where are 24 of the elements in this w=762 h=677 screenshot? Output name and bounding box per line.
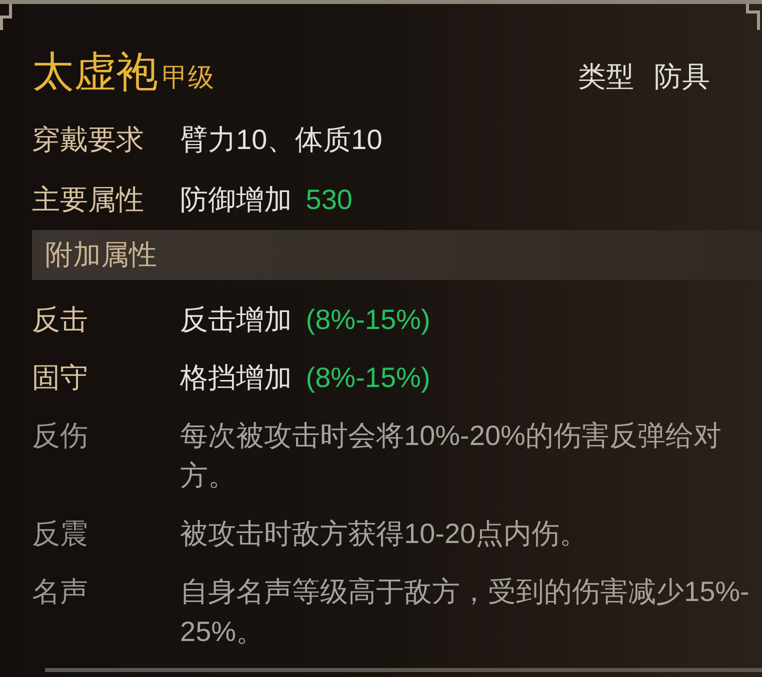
- type-value: 防具: [654, 60, 710, 94]
- section-header: 附加属性: [32, 230, 762, 280]
- attribute-amount: 530: [306, 184, 352, 215]
- type-label: 类型: [578, 60, 634, 94]
- attribute-label: 穿戴要求: [32, 123, 145, 157]
- attribute-label: 反震: [32, 517, 89, 551]
- corner-ornament-icon: [0, 4, 12, 30]
- attribute-effect: 每次被攻击时会将10%-20%的伤害反弹给对方。: [180, 419, 722, 493]
- item-grade: 甲级: [162, 61, 214, 94]
- attribute-effect: 防御增加: [180, 184, 292, 215]
- corner-ornament-icon: [746, 4, 760, 30]
- requirement-value: 臂力10、体质10: [180, 123, 384, 157]
- attribute-label: 固守: [32, 361, 89, 395]
- attribute-label: 反伤: [32, 419, 89, 453]
- item-title: 太虚袍: [32, 47, 158, 97]
- attribute-effect: 格挡增加: [180, 362, 292, 393]
- attribute-effect: 被攻击时敌方获得10-20点内伤。: [180, 517, 589, 551]
- attribute-range: (8%-15%): [306, 304, 430, 335]
- attribute-label: 名声: [32, 575, 89, 609]
- attribute-label: 主要属性: [32, 183, 145, 217]
- attribute-effect: 反击增加: [180, 304, 292, 335]
- attribute-label: 反击: [32, 303, 89, 337]
- attribute-effect: 自身名声等级高于敌方，受到的伤害减少15%-25%。: [180, 575, 750, 649]
- attribute-range: (8%-15%): [306, 362, 430, 393]
